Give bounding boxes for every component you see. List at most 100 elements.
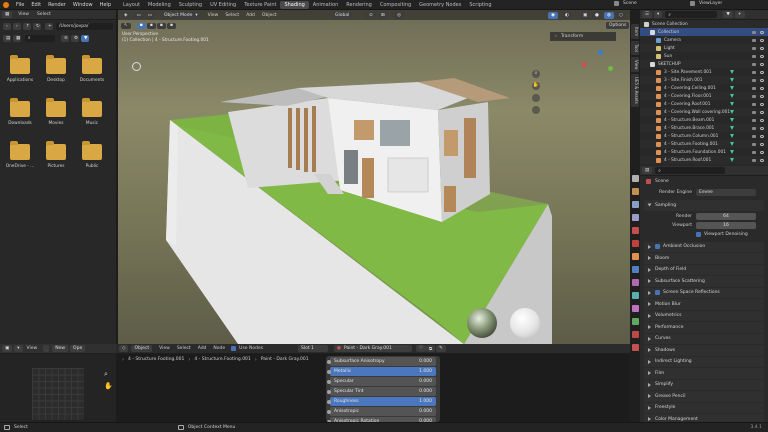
render-visibility-icon[interactable]: [752, 158, 756, 162]
outliner-row[interactable]: 3 - Site.Pavement.001: [640, 68, 768, 76]
object-tab-icon[interactable]: [631, 253, 639, 260]
eye-icon[interactable]: [760, 62, 764, 66]
new-image-button[interactable]: New: [52, 345, 69, 352]
outliner-row[interactable]: 4 - Structure.Roof.001: [640, 156, 768, 164]
section-performance[interactable]: Performance: [644, 322, 764, 333]
eye-icon[interactable]: [760, 94, 764, 98]
refresh-icon[interactable]: ↻: [33, 22, 41, 30]
file-item[interactable]: Documents: [76, 55, 108, 83]
outliner-row[interactable]: 4 - Structure.Footing.001: [640, 140, 768, 148]
eye-icon[interactable]: [760, 110, 764, 114]
eye-icon[interactable]: [760, 70, 764, 74]
particles-tab-icon[interactable]: [631, 279, 639, 286]
outliner-row[interactable]: Collection: [640, 28, 768, 36]
new-collection-icon[interactable]: +: [734, 11, 745, 18]
section-screen-space-reflections[interactable]: Screen Space Reflections: [644, 287, 764, 298]
image-canvas-grid[interactable]: [32, 368, 84, 420]
outliner-row[interactable]: Sun: [640, 52, 768, 60]
outliner-row[interactable]: 4 - Covering.Floor.001: [640, 92, 768, 100]
node-input-subsurface-anisotropy[interactable]: Subsurface Anisotropy 0.000: [327, 357, 436, 366]
section-shadows[interactable]: Shadows: [644, 345, 764, 356]
render-visibility-icon[interactable]: [752, 102, 756, 106]
fake-user-icon[interactable]: ♡: [416, 345, 427, 352]
viewlayer-selector[interactable]: ViewLayer: [690, 1, 722, 6]
filter-icon[interactable]: ▼: [81, 34, 89, 42]
render-visibility-icon[interactable]: [752, 30, 756, 34]
tab-uv-editing[interactable]: UV Editing: [206, 1, 240, 9]
section-motion-blur[interactable]: Motion Blur: [644, 299, 764, 310]
render-visibility-icon[interactable]: [752, 78, 756, 82]
checkbox-checked-icon[interactable]: [655, 290, 660, 296]
render-visibility-icon[interactable]: [752, 142, 756, 146]
checkbox-checked-icon[interactable]: [696, 232, 701, 237]
new-folder-icon[interactable]: +: [45, 22, 53, 30]
file-item[interactable]: Desktop: [40, 55, 72, 83]
breadcrumb-object[interactable]: 4 - Structure.Footing.001: [128, 357, 184, 362]
checkbox-checked-icon[interactable]: [655, 244, 660, 250]
socket-icon[interactable]: [327, 409, 331, 414]
render-visibility-icon[interactable]: [752, 46, 756, 50]
zoom-icon[interactable]: ⌕: [104, 370, 108, 379]
eye-icon[interactable]: [760, 86, 764, 90]
constraints-tab-icon[interactable]: [631, 305, 639, 312]
output-tab-icon[interactable]: [631, 201, 639, 208]
menu-view[interactable]: View: [27, 346, 38, 351]
outliner-row[interactable]: 4 - Structure.Column.001: [640, 132, 768, 140]
tab-modeling[interactable]: Modeling: [144, 1, 175, 9]
menu-node[interactable]: Node: [213, 346, 225, 351]
shader-type-dropdown[interactable]: Object: [131, 345, 153, 352]
section-color-management[interactable]: Color Management: [644, 414, 764, 422]
section-ambient-occlusion[interactable]: Ambient Occlusion: [644, 241, 764, 252]
menu-window[interactable]: Window: [73, 2, 93, 8]
menu-edit[interactable]: Edit: [31, 2, 41, 8]
render-visibility-icon[interactable]: [752, 118, 756, 122]
render-samples-field[interactable]: 64: [696, 212, 756, 220]
pin-icon[interactable]: ✎: [436, 345, 446, 352]
node-input-metallic[interactable]: Metallic 1.000: [327, 367, 436, 376]
section-freestyle[interactable]: Freestyle: [644, 402, 764, 413]
render-visibility-icon[interactable]: [752, 70, 756, 74]
tool-tab-icon[interactable]: [631, 175, 639, 182]
open-image-button[interactable]: Ope: [70, 345, 86, 352]
file-item[interactable]: Pictures: [40, 141, 72, 169]
editor-type-button[interactable]: ◇: [119, 345, 129, 352]
render-visibility-icon[interactable]: [752, 94, 756, 98]
world-tab-icon[interactable]: [631, 240, 639, 247]
outliner-row[interactable]: Light: [640, 44, 768, 52]
outliner-row[interactable]: 4 - Covering.Wall covering.001: [640, 108, 768, 116]
outliner-row[interactable]: 4 - Covering.Ceiling.001: [640, 84, 768, 92]
menu-select[interactable]: Select: [177, 346, 191, 351]
eye-icon[interactable]: [760, 158, 764, 162]
search-field[interactable]: ⌕: [25, 34, 55, 42]
outliner-row[interactable]: 4 - Structure.Brace.001: [640, 124, 768, 132]
material-dropdown[interactable]: ● Paint - Dark Gray.001: [334, 345, 412, 352]
section-indirect-lighting[interactable]: Indirect Lighting: [644, 356, 764, 367]
file-item[interactable]: Music: [76, 98, 108, 126]
scene-selector[interactable]: Scene: [614, 1, 637, 6]
principled-bsdf-node[interactable]: Subsurface Anisotropy 0.000 Metallic 1.000 S…: [326, 356, 440, 422]
render-tab-icon[interactable]: [631, 188, 639, 195]
render-visibility-icon[interactable]: [752, 54, 756, 58]
duplicate-icon[interactable]: ⧉: [426, 345, 436, 352]
hand-icon[interactable]: ✋: [104, 382, 113, 390]
tab-rendering[interactable]: Rendering: [342, 1, 376, 9]
node-input-specular[interactable]: Specular 0.000: [327, 377, 436, 386]
viewport-samples-field[interactable]: 16: [696, 221, 756, 229]
render-visibility-icon[interactable]: [752, 134, 756, 138]
eye-icon[interactable]: [760, 134, 764, 138]
checkbox-checked-icon[interactable]: [231, 346, 237, 351]
section-film[interactable]: Film: [644, 368, 764, 379]
sidebar-tab-item[interactable]: Item: [631, 24, 639, 40]
socket-icon[interactable]: [327, 379, 331, 384]
tab-layout[interactable]: Layout: [119, 1, 144, 9]
image-icon[interactable]: [43, 345, 50, 352]
texture-tab-icon[interactable]: [631, 344, 639, 351]
node-input-anisotropic[interactable]: Anisotropic 0.000: [327, 407, 436, 416]
view-mode-button[interactable]: ▾: [14, 345, 23, 352]
eye-icon[interactable]: [760, 118, 764, 122]
eye-icon[interactable]: [760, 38, 764, 42]
physics-tab-icon[interactable]: [631, 292, 639, 299]
section-subsurface-scattering[interactable]: Subsurface Scattering: [644, 276, 764, 287]
section-grease-pencil[interactable]: Grease Pencil: [644, 391, 764, 402]
menu-file[interactable]: File: [16, 2, 24, 8]
